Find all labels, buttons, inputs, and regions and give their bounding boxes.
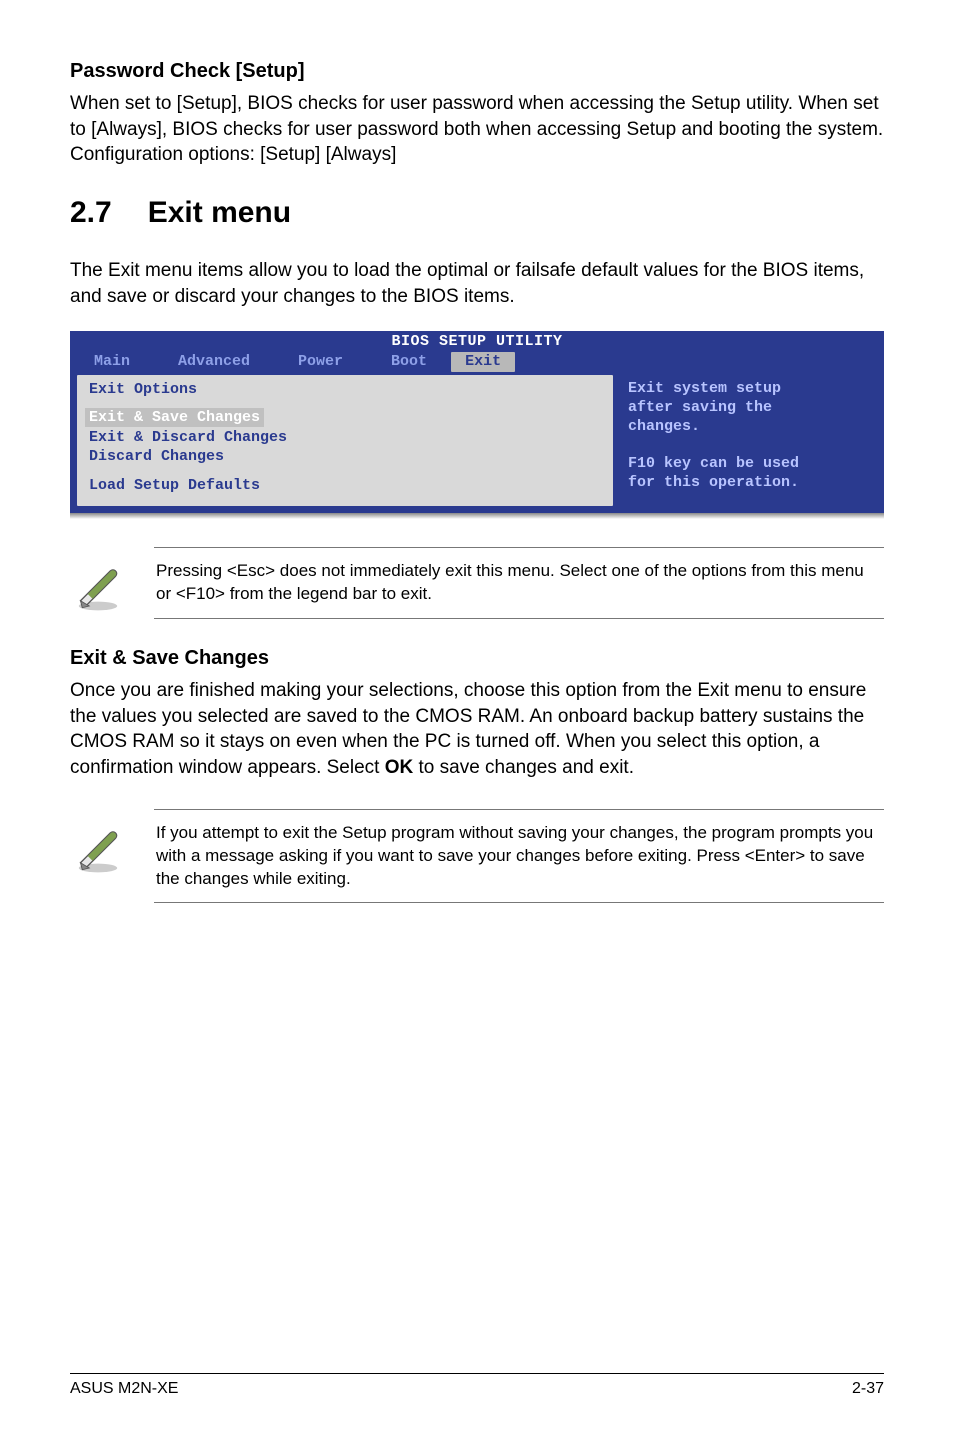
exit-save-ok-bold: OK bbox=[385, 757, 414, 778]
exit-save-text-post: to save changes and exit. bbox=[413, 757, 634, 778]
password-check-heading: Password Check [Setup] bbox=[70, 60, 884, 83]
page-footer: ASUS M2N-XE 2-37 bbox=[70, 1373, 884, 1398]
note-callout: If you attempt to exit the Setup program… bbox=[70, 809, 884, 904]
bios-help-panel: Exit system setup after saving the chang… bbox=[618, 374, 878, 507]
bios-tab-power[interactable]: Power bbox=[274, 350, 367, 374]
pencil-icon bbox=[70, 819, 126, 875]
bios-tab-bar: Main Advanced Power Boot Exit bbox=[70, 350, 884, 374]
bios-item-discard-changes[interactable]: Discard Changes bbox=[89, 448, 601, 465]
pencil-icon bbox=[70, 557, 126, 613]
footer-right: 2-37 bbox=[852, 1380, 884, 1398]
bios-tab-boot[interactable]: Boot bbox=[367, 350, 451, 374]
bios-tab-advanced[interactable]: Advanced bbox=[154, 350, 274, 374]
exit-intro-paragraph: The Exit menu items allow you to load th… bbox=[70, 258, 884, 309]
section-title: 2.7 Exit menu bbox=[70, 196, 884, 230]
bios-help-line bbox=[628, 436, 868, 455]
bios-item-load-defaults[interactable]: Load Setup Defaults bbox=[89, 477, 601, 494]
bios-exit-options-header: Exit Options bbox=[89, 381, 601, 398]
note-text: Pressing <Esc> does not immediately exit… bbox=[154, 547, 884, 619]
bios-help-line: changes. bbox=[628, 418, 868, 437]
section-name: Exit menu bbox=[148, 196, 291, 229]
note-text: If you attempt to exit the Setup program… bbox=[154, 809, 884, 904]
bios-tab-exit[interactable]: Exit bbox=[451, 352, 515, 372]
footer-left: ASUS M2N-XE bbox=[70, 1380, 178, 1398]
exit-save-heading: Exit & Save Changes bbox=[70, 647, 884, 670]
bios-item-exit-save[interactable]: Exit & Save Changes bbox=[85, 408, 264, 427]
bios-help-line: for this operation. bbox=[628, 474, 868, 493]
section-number: 2.7 bbox=[70, 196, 112, 230]
bios-screenshot: BIOS SETUP UTILITY Main Advanced Power B… bbox=[70, 331, 884, 519]
bios-help-line: after saving the bbox=[628, 399, 868, 418]
bios-tab-main[interactable]: Main bbox=[70, 350, 154, 374]
bios-item-exit-discard[interactable]: Exit & Discard Changes bbox=[89, 429, 601, 446]
bios-left-panel: Exit Options Exit & Save Changes Exit & … bbox=[76, 374, 614, 507]
bios-title: BIOS SETUP UTILITY bbox=[70, 331, 884, 350]
note-callout: Pressing <Esc> does not immediately exit… bbox=[70, 547, 884, 619]
exit-save-paragraph: Once you are finished making your select… bbox=[70, 678, 884, 781]
bios-help-line: F10 key can be used bbox=[628, 455, 868, 474]
bios-help-line: Exit system setup bbox=[628, 380, 868, 399]
password-check-paragraph: When set to [Setup], BIOS checks for use… bbox=[70, 91, 884, 168]
